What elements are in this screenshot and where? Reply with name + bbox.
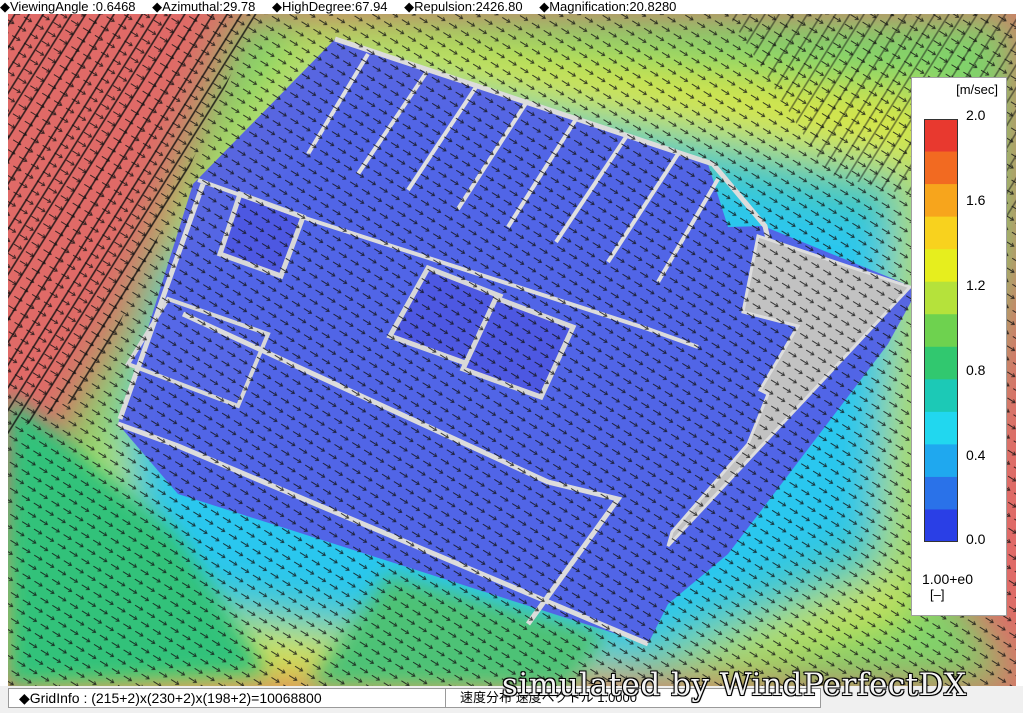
legend-color-segment	[924, 314, 958, 348]
legend-color-segment	[924, 184, 958, 218]
legend-unit-label: [m/sec]	[956, 82, 998, 97]
viewing-angle-label: ◆ViewingAngle :0.6468	[0, 0, 136, 14]
legend-scale-value: 1.00+e0	[922, 571, 973, 587]
legend-tick-1: 1.6	[966, 192, 986, 208]
legend-color-segment	[924, 444, 958, 478]
legend-color-segment	[924, 281, 958, 315]
watermark-text: simulated by WindPerfectDX	[502, 667, 967, 703]
repulsion-label: ◆Repulsion:2426.80	[404, 0, 523, 14]
legend-tick-2: 1.2	[966, 277, 986, 293]
legend-color-segment	[924, 411, 958, 445]
simulation-viewport[interactable]	[8, 14, 1016, 686]
high-degree-label: ◆HighDegree:67.94	[272, 0, 388, 14]
legend-tick-5: 0.0	[966, 531, 986, 547]
legend-color-segment	[924, 509, 958, 542]
legend-color-segment	[924, 379, 958, 413]
legend-tick-4: 0.4	[966, 447, 986, 463]
wind-field-render	[8, 14, 1016, 686]
legend-color-segment	[924, 249, 958, 283]
legend-tick-3: 0.8	[966, 362, 986, 378]
legend-color-segment	[924, 151, 958, 185]
velocity-legend: [m/sec] 2.0 1.6 1.2 0.8 0.4 0.0 1.00+e0 …	[911, 77, 1007, 616]
azimuthal-label: ◆Azimuthal:29.78	[152, 0, 256, 14]
legend-color-segment	[924, 216, 958, 250]
grid-info-field: ◆GridInfo : (215+2)x(230+2)x(198+2)=1006…	[8, 688, 446, 708]
view-parameters-bar: ◆ViewingAngle :0.6468 ◆Azimuthal:29.78 ◆…	[0, 0, 1023, 14]
legend-color-bar	[924, 119, 958, 542]
legend-color-segment	[924, 476, 958, 510]
legend-scale-unit: [–]	[930, 587, 945, 602]
legend-tick-0: 2.0	[966, 107, 986, 123]
legend-color-segment	[924, 346, 958, 380]
magnification-label: ◆Magnification:20.8280	[539, 0, 677, 14]
legend-color-segment	[924, 119, 958, 153]
